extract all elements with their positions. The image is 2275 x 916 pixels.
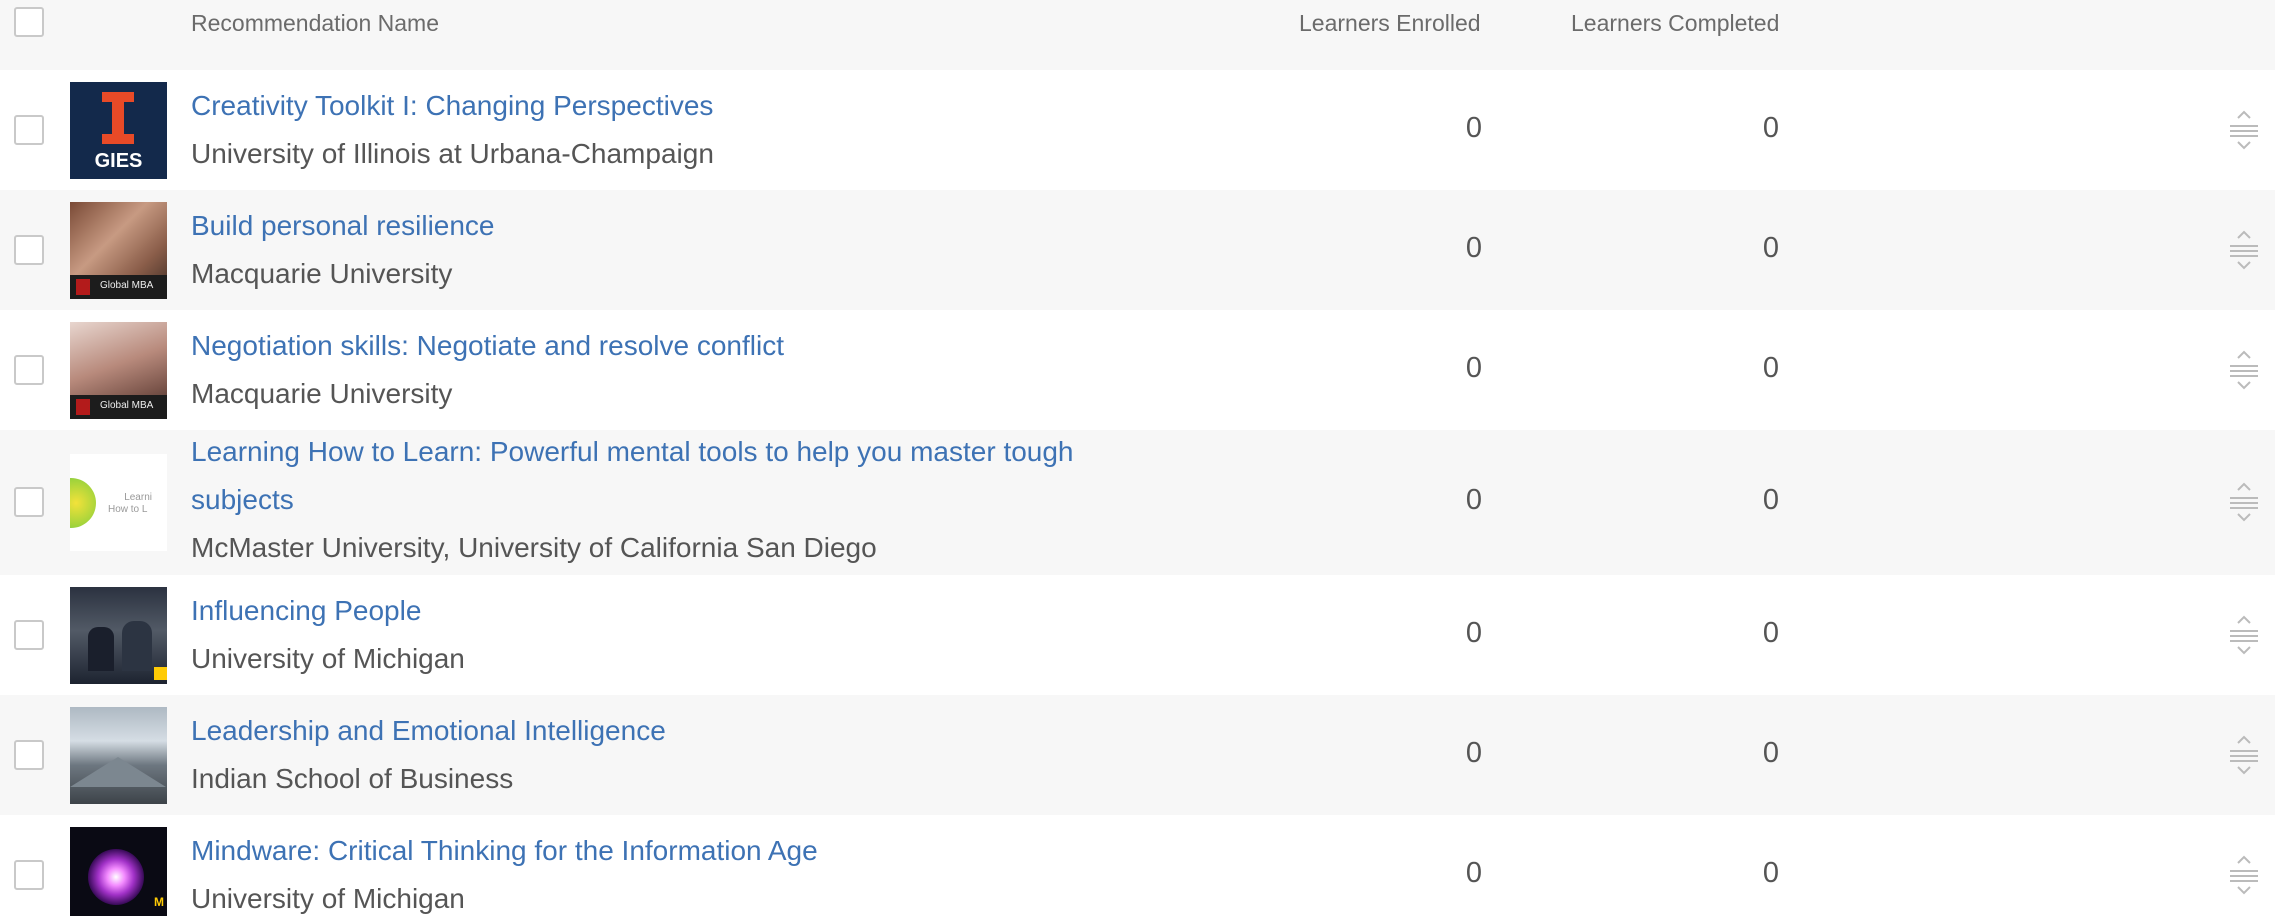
thumbnail-banner: Global MBA (70, 275, 167, 299)
michigan-logo-icon: M (154, 895, 164, 909)
provider-name: Macquarie University (191, 258, 453, 289)
row-checkbox[interactable] (14, 355, 44, 385)
thumbnail-mountain (70, 757, 166, 787)
provider-name: University of Illinois at Urbana-Champai… (191, 138, 714, 169)
table-row: Global MBA Negotiation skills: Negotiate… (0, 310, 2275, 430)
row-checkbox[interactable] (14, 235, 44, 265)
course-thumbnail[interactable]: M (70, 827, 167, 916)
learners-enrolled-value: 0 (1465, 112, 1483, 144)
thumbnail-figure (88, 627, 114, 671)
provider-name: Indian School of Business (191, 763, 514, 794)
column-header-name[interactable]: Recommendation Name (191, 10, 439, 37)
learners-enrolled-value: 0 (1465, 484, 1483, 516)
recommendation-title-link[interactable]: Mindware: Critical Thinking for the Info… (191, 827, 818, 875)
course-thumbnail[interactable]: Global MBA (70, 202, 167, 299)
row-checkbox[interactable] (14, 487, 44, 517)
learners-enrolled-value: 0 (1465, 737, 1483, 769)
learners-completed-value: 0 (1762, 352, 1780, 384)
drag-handle-icon[interactable] (2226, 350, 2262, 390)
drag-handle-icon[interactable] (2226, 615, 2262, 655)
table-row: Leadership and Emotional Intelligence In… (0, 695, 2275, 815)
recommendation-title-link[interactable]: Influencing People (191, 587, 421, 635)
learners-completed-value: 0 (1762, 112, 1780, 144)
learners-completed-value: 0 (1762, 737, 1780, 769)
thumbnail-label: Learni How to L (108, 492, 152, 516)
learners-enrolled-value: 0 (1465, 617, 1483, 649)
michigan-logo-icon (154, 667, 167, 680)
recommendation-title-link[interactable]: Negotiation skills: Negotiate and resolv… (191, 322, 784, 370)
recommendation-title-link[interactable]: Build personal resilience (191, 202, 495, 250)
recommendation-title-link-line2[interactable]: subjects (191, 476, 294, 524)
drag-handle-icon[interactable] (2226, 735, 2262, 775)
table-row: M Mindware: Critical Thinking for the In… (0, 815, 2275, 916)
learners-completed-value: 0 (1762, 232, 1780, 264)
illinois-i-logo (102, 92, 134, 144)
thumbnail-label: Global MBA (100, 280, 154, 291)
course-thumbnail[interactable]: Global MBA (70, 322, 167, 419)
row-checkbox[interactable] (14, 740, 44, 770)
course-thumbnail[interactable]: Learni How to L (70, 454, 167, 551)
course-thumbnail[interactable] (70, 707, 167, 804)
drag-handle-icon[interactable] (2226, 482, 2262, 522)
thumbnail-label-line1: Learni (124, 492, 152, 503)
provider-name: University of Michigan (191, 643, 465, 674)
recommendation-title-link[interactable]: Creativity Toolkit I: Changing Perspecti… (191, 82, 713, 130)
drag-handle-icon[interactable] (2226, 230, 2262, 270)
macquarie-logo-icon (76, 399, 90, 415)
row-checkbox[interactable] (14, 620, 44, 650)
learners-completed-value: 0 (1762, 484, 1780, 516)
learners-completed-value: 0 (1762, 617, 1780, 649)
thumbnail-label: Global MBA (100, 400, 154, 411)
learners-enrolled-value: 0 (1465, 857, 1483, 889)
course-thumbnail[interactable] (70, 587, 167, 684)
thumbnail-label-line2: How to L (108, 504, 148, 515)
thumbnail-label: GIES (94, 150, 143, 172)
thumbnail-figure (122, 621, 152, 671)
drag-handle-icon[interactable] (2226, 110, 2262, 150)
drag-handle-icon[interactable] (2226, 855, 2262, 895)
select-all-checkbox[interactable] (14, 7, 44, 37)
learners-enrolled-value: 0 (1465, 232, 1483, 264)
table-header: Recommendation Name Learners Enrolled Le… (0, 0, 2275, 70)
table-row: Learni How to L Learning How to Learn: P… (0, 430, 2275, 575)
thumbnail-banner: Global MBA (70, 395, 167, 419)
course-thumbnail[interactable]: GIES (70, 82, 167, 179)
provider-name: Macquarie University (191, 378, 453, 409)
row-checkbox[interactable] (14, 115, 44, 145)
column-header-enrolled[interactable]: Learners Enrolled (1299, 10, 1481, 37)
provider-name: University of Michigan (191, 883, 465, 914)
provider-name: McMaster University, University of Calif… (191, 532, 877, 563)
table-row: Global MBA Build personal resilience Mac… (0, 190, 2275, 310)
learners-enrolled-value: 0 (1465, 352, 1483, 384)
learning-logo-icon (70, 478, 96, 528)
thumbnail-glow (88, 849, 144, 905)
recommendation-title-link[interactable]: Learning How to Learn: Powerful mental t… (191, 428, 1074, 476)
learners-completed-value: 0 (1762, 857, 1780, 889)
table-row: GIES Creativity Toolkit I: Changing Pers… (0, 70, 2275, 190)
recommendation-title-link[interactable]: Leadership and Emotional Intelligence (191, 707, 666, 755)
row-checkbox[interactable] (14, 860, 44, 890)
macquarie-logo-icon (76, 279, 90, 295)
table-row: Influencing People University of Michiga… (0, 575, 2275, 695)
column-header-completed[interactable]: Learners Completed (1571, 10, 1779, 37)
